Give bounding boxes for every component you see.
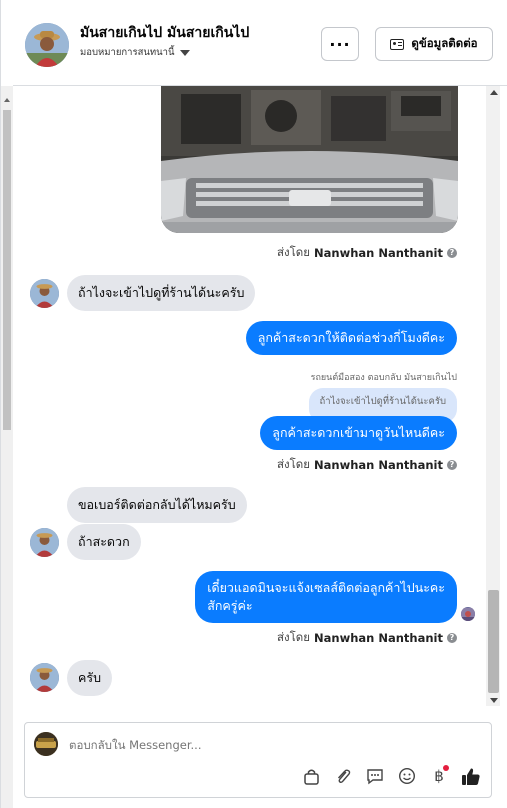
paperclip-icon[interactable] <box>333 765 353 787</box>
bag-icon[interactable] <box>301 765 321 787</box>
notification-dot <box>443 765 449 771</box>
incoming-message[interactable]: ถ้าสะดวก <box>67 524 141 560</box>
reply-composer: ฿ <box>24 722 492 798</box>
more-options-button[interactable]: ··· <box>321 27 359 61</box>
sent-by-meta: ส่งโดย Nanwhan Nanthanit ? <box>277 244 457 262</box>
composer-toolbar: ฿ <box>301 765 481 787</box>
left-scroll-up-arrow[interactable] <box>4 98 10 102</box>
assign-label: มอบหมายการสนทนานี้ <box>80 47 175 58</box>
caret-down-icon <box>179 49 190 56</box>
like-icon[interactable] <box>461 765 481 787</box>
engine-photo[interactable] <box>161 86 458 233</box>
help-icon[interactable]: ? <box>447 460 457 470</box>
sent-by-meta: ส่งโดย Nanwhan Nanthanit ? <box>277 456 457 474</box>
incoming-message[interactable]: ถ้าไงจะเข้าไปดูที่ร้านได้นะครับ <box>67 275 256 311</box>
incoming-message[interactable]: ครับ <box>67 660 113 696</box>
message-line: เดี๋ยวแอดมินจะแจ้งเซลส์ติดต่อลูกค้าไปนะค… <box>207 580 445 595</box>
incoming-message[interactable]: ขอเบอร์ติดต่อกลับได้ไหมครับ <box>67 487 247 523</box>
seen-receipt-avatar <box>461 607 475 621</box>
scroll-up-arrow[interactable] <box>490 90 498 95</box>
help-icon[interactable]: ? <box>447 248 457 258</box>
conversation-window: มันสายเกินไป มันสายเกินไป มอบหมายการสนทน… <box>0 0 507 808</box>
contact-name: มันสายเกินไป มันสายเกินไป <box>80 25 250 41</box>
message-line: สักครู่ค่ะ <box>207 598 253 613</box>
view-contact-info-label: ดูข้อมูลติดต่อ <box>411 36 478 50</box>
emoji-icon[interactable] <box>397 765 417 787</box>
sender-avatar[interactable] <box>30 279 59 308</box>
reply-context-note: รถยนต์มือสอง ตอบกลับ มันสายเกินไป <box>310 373 457 383</box>
sent-by-prefix: ส่งโดย <box>276 245 311 259</box>
left-scrollbar-thumb[interactable] <box>3 110 11 430</box>
sender-name: Nanwhan Nanthanit <box>314 458 443 472</box>
id-card-icon <box>390 38 405 50</box>
outgoing-message[interactable]: ลูกค้าสะดวกให้ติดต่อช่วงกี่โมงดีคะ <box>245 321 457 355</box>
sender-name: Nanwhan Nanthanit <box>314 631 443 645</box>
view-contact-info-button[interactable]: ดูข้อมูลติดต่อ <box>375 27 493 61</box>
help-icon[interactable]: ? <box>447 633 457 643</box>
sender-avatar[interactable] <box>30 528 59 557</box>
right-scrollbar-thumb[interactable] <box>488 590 499 693</box>
contact-avatar[interactable] <box>25 23 69 67</box>
outgoing-message[interactable]: เดี๋ยวแอดมินจะแจ้งเซลส์ติดต่อลูกค้าไปนะค… <box>195 571 457 623</box>
reply-input[interactable] <box>69 738 449 752</box>
sent-by-prefix: ส่งโดย <box>276 630 311 644</box>
sender-avatar[interactable] <box>30 663 59 692</box>
sent-by-meta: ส่งโดย Nanwhan Nanthanit ? <box>277 629 457 647</box>
conversation-header: มันสายเกินไป มันสายเกินไป มอบหมายการสนทน… <box>13 0 507 86</box>
baht-icon[interactable]: ฿ <box>429 765 449 787</box>
sent-by-prefix: ส่งโดย <box>276 457 311 471</box>
page-avatar <box>34 732 58 756</box>
sender-name: Nanwhan Nanthanit <box>314 246 443 260</box>
quick-reply-icon[interactable] <box>365 765 385 787</box>
assign-conversation-dropdown[interactable]: มอบหมายการสนทนานี้ <box>80 45 190 60</box>
outgoing-message[interactable]: ลูกค้าสะดวกเข้ามาดูวันไหนดีคะ <box>260 416 457 450</box>
scroll-down-arrow[interactable] <box>490 698 498 703</box>
